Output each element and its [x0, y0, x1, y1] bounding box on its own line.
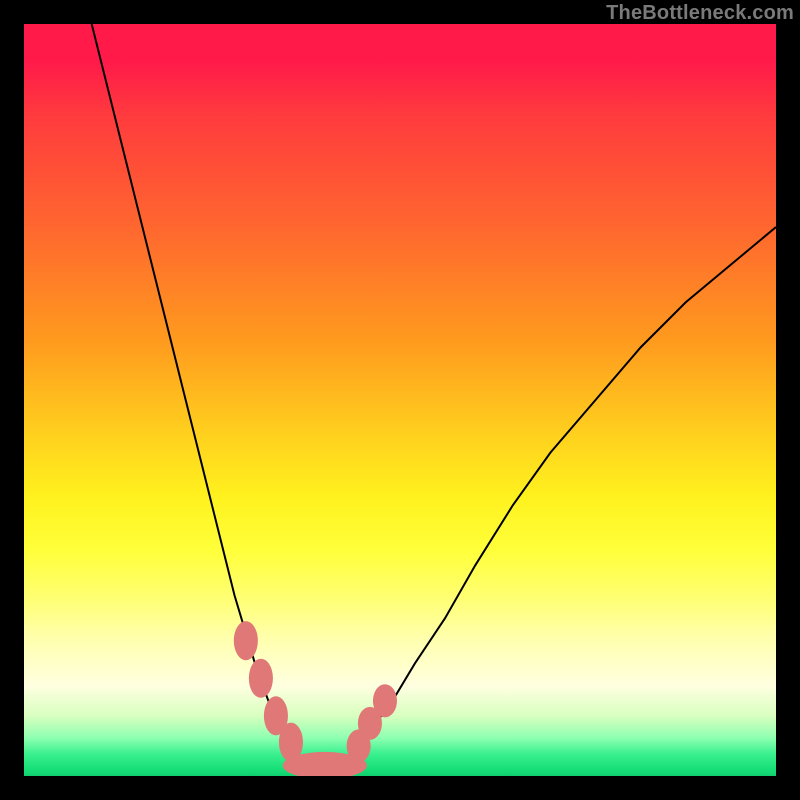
- series-right-curve: [340, 227, 776, 767]
- marker-group: [234, 621, 397, 776]
- chart-svg: [24, 24, 776, 776]
- marker-1: [249, 659, 273, 698]
- series-left-curve: [92, 24, 310, 767]
- plot-area: [24, 24, 776, 776]
- marker-0: [234, 621, 258, 660]
- frame: TheBottleneck.com: [0, 0, 800, 800]
- watermark-label: TheBottleneck.com: [606, 2, 794, 25]
- marker-7: [373, 684, 397, 717]
- curve-group: [92, 24, 776, 773]
